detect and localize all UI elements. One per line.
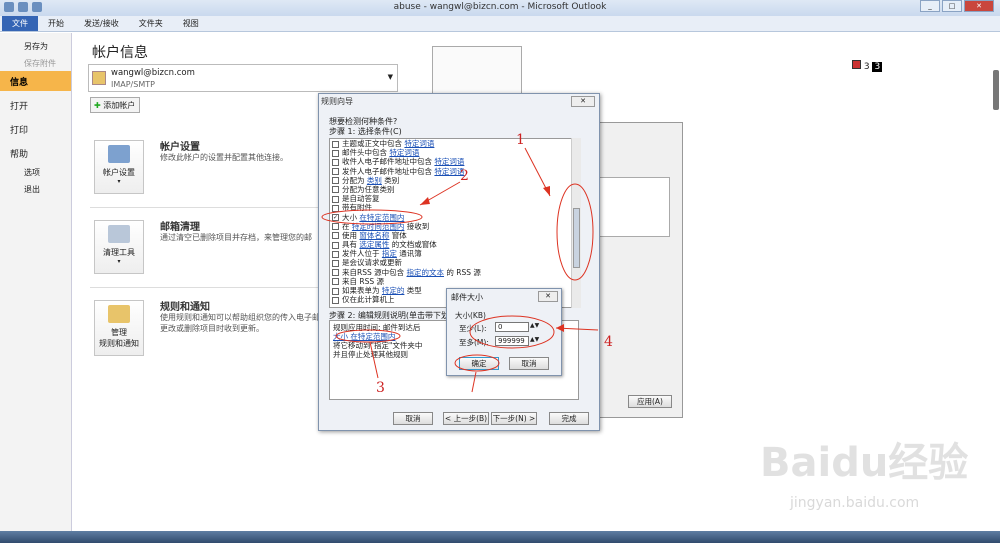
watermark-logo: Baidu经验 — [760, 440, 969, 486]
annotation-circle — [556, 183, 594, 281]
annotation-circle — [321, 209, 423, 225]
annotation-arrow — [369, 341, 379, 379]
taskbar — [0, 531, 1000, 543]
annotation-arrow — [471, 371, 477, 393]
annotation-number: 3 — [376, 380, 385, 396]
annotation-number: 1 — [516, 132, 525, 148]
arrow-head — [543, 186, 550, 196]
annotation-number: 2 — [460, 168, 469, 184]
annotation-circle — [454, 354, 500, 372]
annotation-circle — [335, 329, 401, 343]
arrow-head — [556, 324, 564, 332]
annotation-number: 4 — [604, 334, 613, 350]
annotation-circle — [469, 315, 555, 349]
watermark-url: jingyan.baidu.com — [790, 495, 920, 511]
arrow-head — [420, 197, 430, 205]
